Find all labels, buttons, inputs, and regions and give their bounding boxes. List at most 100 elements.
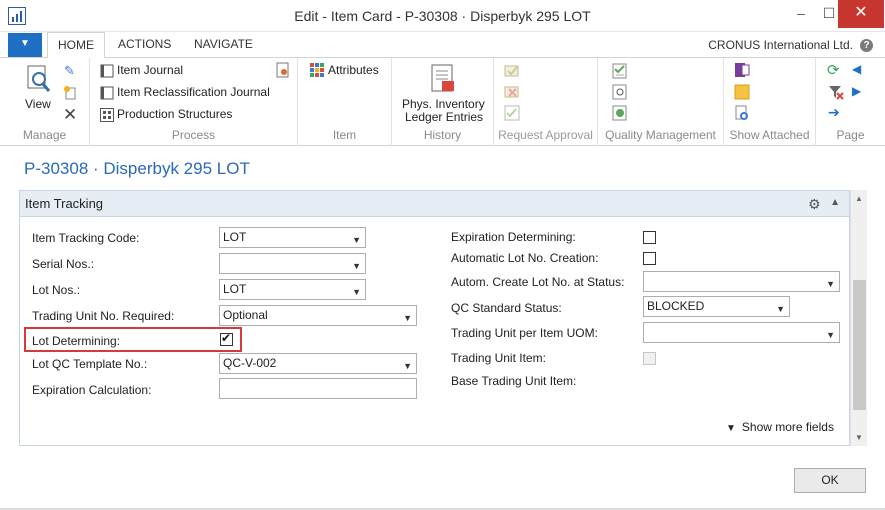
lot-nos-label: Lot Nos.: <box>32 283 81 297</box>
expiration-determining-checkbox[interactable] <box>643 231 656 244</box>
chevron-down-icon: ▼ <box>826 330 835 340</box>
next-icon[interactable]: ▶ <box>852 84 861 98</box>
attributes-label: Attributes <box>328 63 379 77</box>
chevron-down-icon: ▼ <box>352 235 361 245</box>
autom-create-lot-no-at-status-select[interactable]: ▼ <box>643 271 840 292</box>
lot-qc-template-no-label: Lot QC Template No.: <box>32 357 148 371</box>
item-tracking-code-value: LOT <box>223 230 247 244</box>
production-structures-button[interactable]: Production Structures <box>100 106 250 124</box>
help-icon[interactable]: ? <box>860 39 873 52</box>
item-journal-button[interactable]: Item Journal <box>100 62 210 80</box>
ribbon-tabs: ▼ HOME ACTIONS NAVIGATE CRONUS Internati… <box>0 32 885 59</box>
scroll-up-arrow-icon[interactable]: ▲ <box>855 194 863 203</box>
base-trading-unit-item-label: Base Trading Unit Item: <box>451 374 577 388</box>
lot-determining-checkbox[interactable] <box>220 331 233 346</box>
group-show-attached: Show Attached <box>724 58 816 146</box>
phys-inventory-label-1: Phys. Inventory <box>402 97 485 111</box>
cancel-approval-icon[interactable] <box>504 84 520 100</box>
new-icon[interactable] <box>63 85 78 100</box>
scrollbar-thumb[interactable] <box>853 280 866 410</box>
item-reclass-journal-button[interactable]: Item Reclassification Journal <box>100 84 280 102</box>
collapse-chevron-up-icon[interactable]: ▲ <box>830 197 840 208</box>
group-label-quality-management: Quality Management <box>605 128 716 142</box>
links-icon[interactable] <box>734 105 750 121</box>
report-icon[interactable] <box>276 62 290 78</box>
phys-inventory-label-2: Ledger Entries <box>405 110 484 124</box>
group-label-show-attached: Show Attached <box>729 128 810 142</box>
page-title: P-30308 · Disperbyk 295 LOT <box>24 159 250 178</box>
view-button[interactable]: View <box>22 64 58 114</box>
trading-unit-item-label: Trading Unit Item: <box>451 351 546 365</box>
group-label-item: Item <box>332 128 357 142</box>
trading-unit-per-item-uom-label: Trading Unit per Item UOM: <box>451 326 598 340</box>
trading-unit-item-checkbox <box>643 352 656 365</box>
approval-grid-icon[interactable] <box>504 105 520 121</box>
onenote-icon[interactable] <box>734 62 750 78</box>
item-reclass-journal-label: Item Reclassification Journal <box>117 85 270 99</box>
ledger-entries-icon <box>431 64 454 92</box>
tab-home[interactable]: HOME <box>47 32 105 59</box>
autom-create-lot-no-at-status-label: Autom. Create Lot No. at Status: <box>451 275 625 289</box>
customize-gear-icon[interactable]: ⚙ <box>808 196 824 212</box>
group-history: Phys. Inventory Ledger Entries History <box>392 58 494 146</box>
tab-navigate[interactable]: NAVIGATE <box>194 37 253 51</box>
journal-icon <box>100 64 114 78</box>
app-menu-button[interactable]: ▼ <box>8 33 42 57</box>
item-tracking-code-select[interactable]: LOT ▼ <box>219 227 366 248</box>
minimize-button[interactable]: – <box>786 0 816 28</box>
fasttab-header[interactable]: Item Tracking ⚙ ▲ <box>20 191 849 217</box>
serial-nos-select[interactable]: ▼ <box>219 253 366 274</box>
group-page: ⟳ ◀ ▶ ➔ Page <box>816 58 885 146</box>
automatic-lot-no-creation-checkbox[interactable] <box>643 252 656 265</box>
automatic-lot-no-creation-label: Automatic Lot No. Creation: <box>451 251 599 265</box>
lot-nos-select[interactable]: LOT ▼ <box>219 279 366 300</box>
chevron-down-icon: ▼ <box>352 261 361 271</box>
send-approval-icon[interactable] <box>504 63 520 79</box>
group-label-page: Page <box>836 128 865 142</box>
group-label-history: History <box>423 128 462 142</box>
group-label-process: Process <box>171 128 216 142</box>
lot-nos-value: LOT <box>223 282 247 296</box>
chevron-down-icon: ▼ <box>776 304 785 314</box>
view-icon <box>27 65 51 92</box>
group-quality-management: Quality Management <box>598 58 724 146</box>
journal-icon <box>100 86 114 100</box>
attributes-button[interactable]: Attributes <box>310 62 390 80</box>
fasttab-title: Item Tracking <box>25 196 104 211</box>
clear-filter-icon[interactable] <box>828 84 844 100</box>
group-label-request-approval: Request Approval <box>498 128 593 142</box>
vertical-scrollbar[interactable]: ▲ ▼ <box>850 190 867 446</box>
trading-unit-per-item-uom-select[interactable]: ▼ <box>643 322 840 343</box>
qc-standard-status-select[interactable]: BLOCKED ▼ <box>643 296 790 317</box>
refresh-icon[interactable]: ⟳ <box>827 61 840 79</box>
lot-qc-template-no-select[interactable]: QC-V-002 ▼ <box>219 353 417 374</box>
edit-pencil-icon[interactable]: ✎ <box>64 63 75 79</box>
scroll-down-arrow-icon[interactable]: ▼ <box>855 433 863 442</box>
group-item: Attributes Item <box>298 58 392 146</box>
structure-icon <box>100 108 114 122</box>
ribbon: View ✎ ✕ Manage Item Journal Item Reclas… <box>0 58 885 146</box>
note-icon[interactable] <box>734 84 750 100</box>
goto-icon[interactable]: ➔ <box>828 104 840 121</box>
group-manage: View ✎ ✕ Manage <box>0 58 90 146</box>
show-more-fields-label: Show more fields <box>741 420 834 434</box>
qc-list-icon[interactable] <box>612 63 628 79</box>
previous-icon[interactable]: ◀ <box>852 62 861 76</box>
qc-search-icon[interactable] <box>612 84 628 100</box>
expiration-calculation-input[interactable] <box>219 378 417 399</box>
close-button[interactable]: ✕ <box>838 0 884 28</box>
trading-unit-no-required-value: Optional <box>223 308 268 322</box>
tab-actions[interactable]: ACTIONS <box>118 37 171 51</box>
chevron-down-icon: ▼ <box>403 361 412 371</box>
show-more-fields-link[interactable]: ▼ Show more fields <box>726 420 834 434</box>
lot-determining-label: Lot Determining: <box>32 334 121 348</box>
phys-inventory-ledger-entries-button[interactable]: Phys. Inventory Ledger Entries <box>398 62 490 126</box>
view-label: View <box>25 97 51 111</box>
ok-button[interactable]: OK <box>794 468 866 493</box>
lot-qc-template-no-value: QC-V-002 <box>223 356 277 370</box>
qc-test-icon[interactable] <box>612 105 628 121</box>
production-structures-label: Production Structures <box>117 107 233 121</box>
delete-icon[interactable]: ✕ <box>63 105 77 125</box>
trading-unit-no-required-select[interactable]: Optional ▼ <box>219 305 417 326</box>
chevron-down-icon: ▼ <box>352 287 361 297</box>
